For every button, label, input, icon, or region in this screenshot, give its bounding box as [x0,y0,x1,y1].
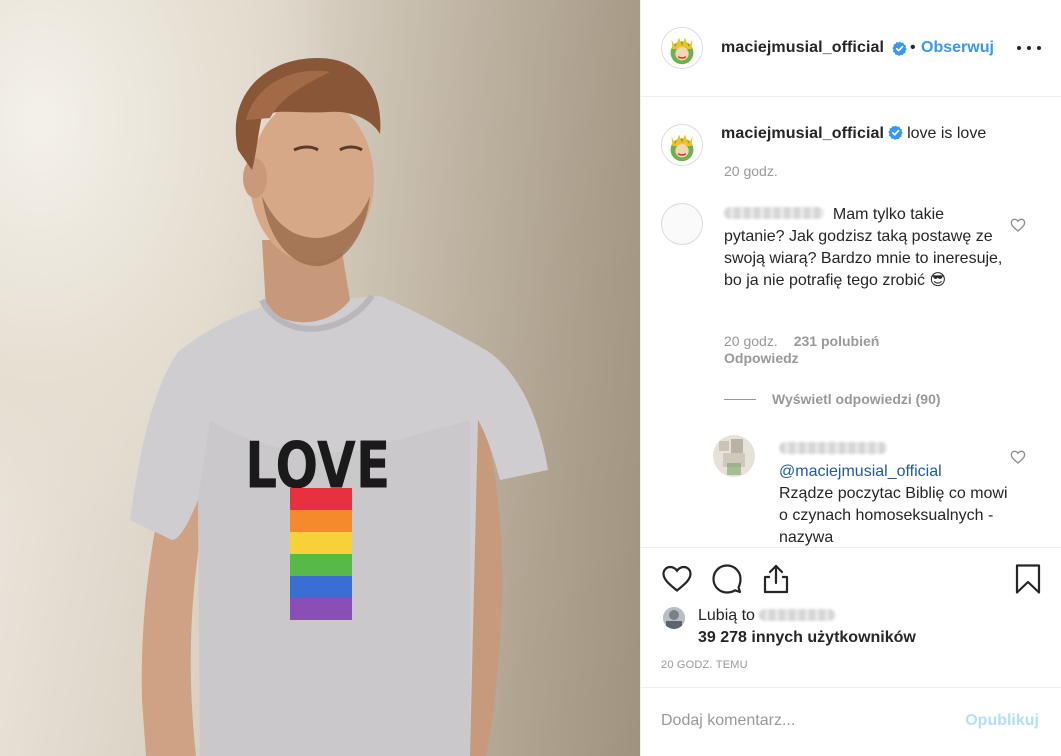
follow-button[interactable]: Obserwuj [921,39,994,57]
comment-like-heart-icon[interactable] [1010,217,1026,233]
comment-meta: 20 godz. 231 polubień [724,333,879,349]
reply-text: @maciejmusial_official Rządze poczytac B… [779,439,1009,547]
verified-badge-icon [892,41,907,56]
reply-username-blurred[interactable] [779,442,887,454]
caption-username[interactable]: maciejmusial_official [721,125,884,142]
caption-text-line: maciejmusial_official love is love [721,125,986,143]
caption-timestamp: 20 godz. [724,163,778,179]
comment-icon[interactable] [711,563,743,595]
comment-likes-count[interactable]: 231 polubień [794,333,880,349]
caption-body: love is love [907,125,987,142]
view-replies-label: Wyświetl odpowiedzi (90) [772,391,941,407]
reply-button[interactable]: Odpowiedz [724,350,799,366]
reply-body: Rządze poczytac Biblię co mowi o czynach… [779,485,1008,546]
comment-timestamp: 20 godz. [724,333,778,349]
reply-like-heart-icon[interactable] [1010,449,1026,465]
heart-icon[interactable] [661,563,693,595]
post-side-panel: maciejmusial_official • Obserwuj maciejm… [640,0,1061,756]
post-timestamp[interactable]: 20 GODZ. TEMU [661,659,748,671]
liker-avatar[interactable] [663,607,685,629]
add-comment-bar: Dodaj komentarz... Opublikuj [641,687,1061,756]
reply-mention-link[interactable]: @maciejmusial_official [779,463,942,480]
bookmark-icon[interactable] [1012,563,1044,595]
view-replies-line [724,398,756,400]
commenter-avatar[interactable] [661,203,703,245]
commenter-username-blurred[interactable] [724,207,824,219]
liker-username-blurred[interactable] [759,609,836,621]
post-actions-section: Lubią to 39 278 innych użytkowników 20 G… [641,547,1061,687]
likes-count[interactable]: 39 278 innych użytkowników [698,629,916,646]
post-photo[interactable]: LOVE [0,0,640,756]
comments-list[interactable]: maciejmusial_official love is love 20 go… [641,97,1061,547]
publish-button[interactable]: Opublikuj [965,712,1039,730]
reply-author-avatar[interactable] [713,435,755,477]
verified-badge-icon [888,125,903,140]
share-icon[interactable] [760,563,792,595]
likes-prefix: Lubią to [698,607,755,624]
author-username[interactable]: maciejmusial_official [721,39,884,57]
photo-person-illustration: LOVE [130,58,548,756]
comment-input[interactable]: Dodaj komentarz... [661,712,795,730]
author-avatar[interactable] [661,27,703,69]
post-header: maciejmusial_official • Obserwuj [641,0,1061,97]
likes-summary: Lubią to 39 278 innych użytkowników [698,605,916,649]
view-replies-button[interactable]: Wyświetl odpowiedzi (90) [724,391,941,407]
comment-text: Mam tylko takie pytanie? Jak godzisz tak… [724,204,1004,292]
caption-author-avatar[interactable] [661,124,703,166]
more-options-icon[interactable] [1017,38,1041,58]
header-separator: • [910,39,916,56]
